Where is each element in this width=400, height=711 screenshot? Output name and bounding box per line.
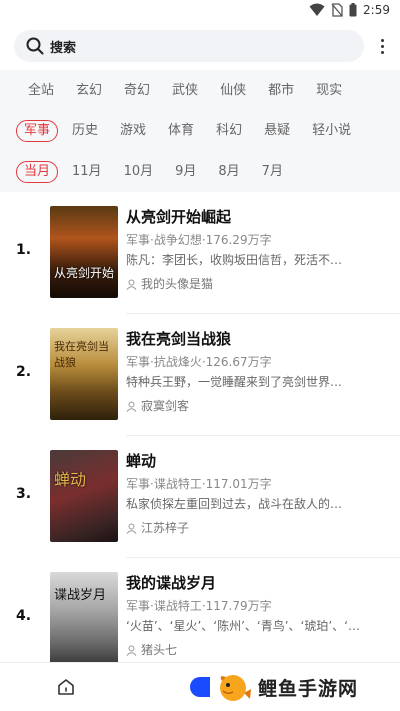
rank-number: 1. [16,242,32,258]
book-title: 我的谍战岁月 [126,574,217,592]
rank-number: 2. [16,364,32,380]
book-meta: 军事·谍战特工·117.79万字 [126,599,272,613]
cover-title: 从亮剑开始 [54,266,115,280]
user-icon [126,401,137,412]
rank-number: 4. [16,608,32,624]
book-info: 我的谍战岁月 军事·谍战特工·117.79万字 ‘火苗’、‘星火’、‘陈州’、‘… [126,572,380,660]
filter-chip[interactable]: 玄幻 [68,80,110,102]
author-name: 寂寞剑客 [141,399,190,413]
author-name: 我的头像是猫 [141,277,214,291]
cover-title: 蝉动 [54,470,87,489]
book-author: 寂寞剑客 [126,396,380,416]
filter-chip[interactable]: 10月 [116,161,162,183]
status-bar: 2:59 [0,0,400,24]
author-name: 猪头七 [141,643,178,657]
book-cover[interactable]: 从亮剑开始 [50,206,118,298]
filter-chip[interactable]: 9月 [167,161,204,183]
wifi-icon [309,3,325,16]
filter-chip[interactable]: 奇幻 [116,80,158,102]
book-author: 江苏梓子 [126,518,380,538]
dot-icon [380,50,384,54]
clock: 2:59 [363,3,390,17]
book-meta: 军事·抗战烽火·126.67万字 [126,355,272,369]
book-description: 私家侦探左重回到过去，战斗在敌人的… [126,497,343,511]
filter-chip-selected[interactable]: 当月 [16,161,59,183]
filter-chip[interactable]: 全站 [20,80,62,102]
rank-number: 3. [16,486,32,502]
carp-fish-icon [220,675,251,701]
dot-icon [380,38,384,42]
search-label: 搜索 [50,40,77,56]
book-list-item[interactable]: 1. 从亮剑开始 从亮剑开始崛起 军事·战争幻想·176.29万字 陈凡：李团长… [0,192,400,314]
filter-chip[interactable]: 悬疑 [256,120,298,142]
filter-chip[interactable]: 7月 [254,161,291,183]
watermark-text: 鲤鱼手游网 [258,677,359,700]
book-cover[interactable]: 谍战岁月 [50,572,118,664]
author-name: 江苏梓子 [141,521,190,535]
filter-chip[interactable]: 仙侠 [212,80,254,102]
more-menu-button[interactable] [376,36,388,56]
filter-chip[interactable]: 轻小说 [304,120,359,142]
no-sim-icon [331,3,343,17]
filter-chip[interactable]: 武侠 [164,80,206,102]
category-filter-row: 军事 历史 游戏 体育 科幻 悬疑 轻小说 [16,120,365,142]
book-list-item[interactable]: 3. 蝉动 蝉动 军事·谍战特工·117.01万字 私家侦探左重回到过去，战斗在… [0,436,400,558]
user-icon [126,523,137,534]
book-cover[interactable]: 蝉动 [50,450,118,542]
book-description: 陈凡：李团长，收购坂田信哲，死活不… [126,253,343,267]
search-icon [26,37,44,55]
filter-chip[interactable]: 游戏 [112,120,154,142]
filter-chip[interactable]: 体育 [160,120,202,142]
book-meta: 军事·战争幻想·176.29万字 [126,233,272,247]
book-title: 从亮剑开始崛起 [126,208,232,226]
book-info: 我在亮剑当战狼 军事·抗战烽火·126.67万字 特种兵王野，一觉睡醒来到了亮剑… [126,328,380,416]
filter-chip[interactable]: 都市 [260,80,302,102]
filter-chip[interactable]: 8月 [210,161,247,183]
filter-chip[interactable]: 11月 [64,161,110,183]
filter-panel: 全站 玄幻 奇幻 武侠 仙侠 都市 现实 军事 历史 游戏 体育 科幻 悬疑 轻… [0,70,400,192]
battery-icon [349,3,357,17]
cover-title: 谍战岁月 [54,588,107,603]
book-title: 我在亮剑当战狼 [126,330,232,348]
month-filter-row: 当月 11月 10月 9月 8月 7月 [16,161,297,183]
watermark-logo: 鲤鱼手游网 [216,671,358,703]
book-author: 我的头像是猫 [126,274,380,294]
book-cover[interactable]: 我在亮剑当战狼 [50,328,118,420]
book-author: 猪头七 [126,640,380,660]
search-bar[interactable]: 搜索 [14,30,364,62]
filter-chip[interactable]: 历史 [64,120,106,142]
cover-title: 我在亮剑当战狼 [54,340,109,369]
nav-tab-indicator[interactable] [190,677,210,697]
bottom-nav-bar: 鲤鱼手游网 [0,662,400,711]
book-title: 蝉动 [126,452,157,470]
user-icon [126,645,137,656]
channel-filter-row: 全站 玄幻 奇幻 武侠 仙侠 都市 现实 [20,80,356,102]
home-icon[interactable] [56,677,76,697]
book-description: ‘火苗’、‘星火’、‘陈州’、‘青鸟’、‘琥珀’、‘… [126,619,360,633]
book-info: 从亮剑开始崛起 军事·战争幻想·176.29万字 陈凡：李团长，收购坂田信哲，死… [126,206,380,294]
filter-chip[interactable]: 现实 [308,80,350,102]
dot-icon [380,44,384,48]
filter-chip-selected[interactable]: 军事 [16,120,59,142]
book-list-item[interactable]: 2. 我在亮剑当战狼 我在亮剑当战狼 军事·抗战烽火·126.67万字 特种兵王… [0,314,400,436]
user-icon [126,279,137,290]
book-meta: 军事·谍战特工·117.01万字 [126,477,272,491]
book-description: 特种兵王野，一觉睡醒来到了亮剑世界… [126,375,343,389]
filter-chip[interactable]: 科幻 [208,120,250,142]
book-info: 蝉动 军事·谍战特工·117.01万字 私家侦探左重回到过去，战斗在敌人的… 江… [126,450,380,538]
